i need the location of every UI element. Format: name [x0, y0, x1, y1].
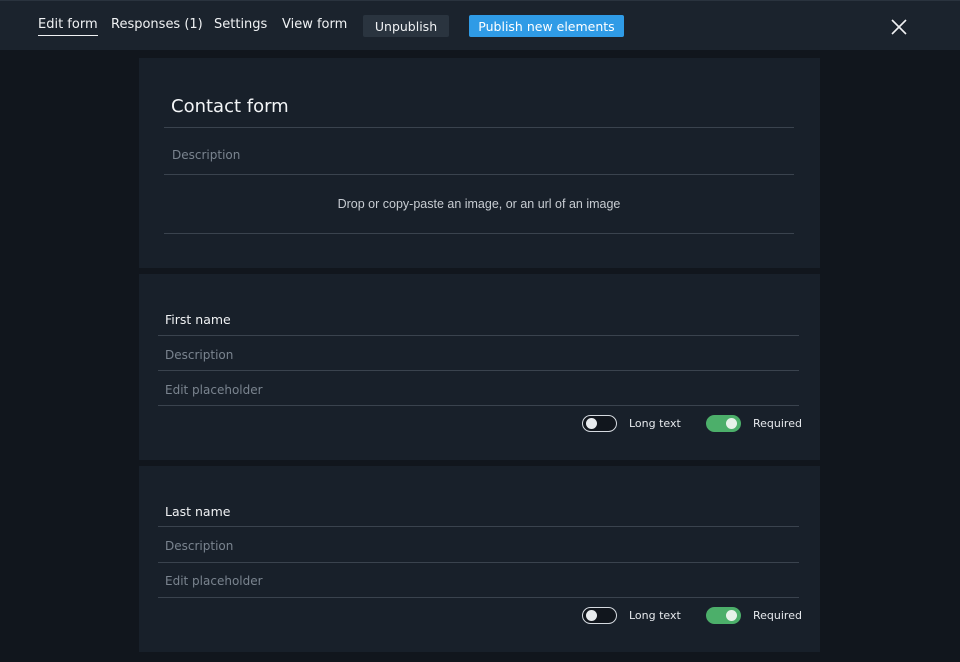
- divider: [158, 526, 799, 527]
- field-description-input[interactable]: Description: [165, 348, 233, 362]
- toggle-knob: [726, 417, 737, 429]
- divider: [164, 233, 794, 234]
- required-toggle[interactable]: [706, 415, 741, 432]
- form-description-input[interactable]: Description: [172, 148, 240, 162]
- top-bar: Edit form Responses (1) Settings View fo…: [0, 0, 960, 50]
- divider: [158, 597, 799, 598]
- long-text-toggle[interactable]: [582, 415, 617, 432]
- form-header-card: Contact form Description Drop or copy-pa…: [139, 58, 820, 268]
- form-title[interactable]: Contact form: [171, 96, 289, 117]
- long-text-toggle[interactable]: [582, 607, 617, 624]
- tab-edit-form[interactable]: Edit form: [38, 17, 98, 36]
- field-card-first-name: First name Description Edit placeholder …: [139, 274, 820, 460]
- toggle-knob: [586, 609, 597, 621]
- divider: [158, 405, 799, 406]
- tab-view-form[interactable]: View form: [282, 17, 347, 35]
- divider: [158, 370, 799, 371]
- long-text-toggle-group[interactable]: Long text: [582, 415, 681, 432]
- divider: [158, 562, 799, 563]
- close-icon[interactable]: [889, 17, 909, 37]
- divider: [164, 127, 794, 128]
- field-description-input[interactable]: Description: [165, 539, 233, 553]
- field-placeholder-input[interactable]: Edit placeholder: [165, 383, 263, 397]
- field-label[interactable]: First name: [165, 312, 231, 327]
- required-label: Required: [753, 609, 802, 622]
- field-placeholder-input[interactable]: Edit placeholder: [165, 574, 263, 588]
- field-card-last-name: Last name Description Edit placeholder L…: [139, 466, 820, 652]
- long-text-label: Long text: [629, 609, 681, 622]
- required-label: Required: [753, 417, 802, 430]
- tab-responses[interactable]: Responses (1): [111, 17, 203, 35]
- required-toggle[interactable]: [706, 607, 741, 624]
- unpublish-button[interactable]: Unpublish: [363, 15, 449, 37]
- tab-settings[interactable]: Settings: [214, 17, 267, 35]
- required-toggle-group[interactable]: Required: [706, 415, 802, 432]
- image-drop-zone[interactable]: Drop or copy-paste an image, or an url o…: [164, 175, 794, 233]
- required-toggle-group[interactable]: Required: [706, 607, 802, 624]
- toggle-knob: [586, 417, 597, 429]
- divider: [158, 335, 799, 336]
- long-text-toggle-group[interactable]: Long text: [582, 607, 681, 624]
- toggle-knob: [726, 609, 737, 621]
- publish-new-elements-button[interactable]: Publish new elements: [469, 15, 624, 37]
- long-text-label: Long text: [629, 417, 681, 430]
- field-label[interactable]: Last name: [165, 504, 230, 519]
